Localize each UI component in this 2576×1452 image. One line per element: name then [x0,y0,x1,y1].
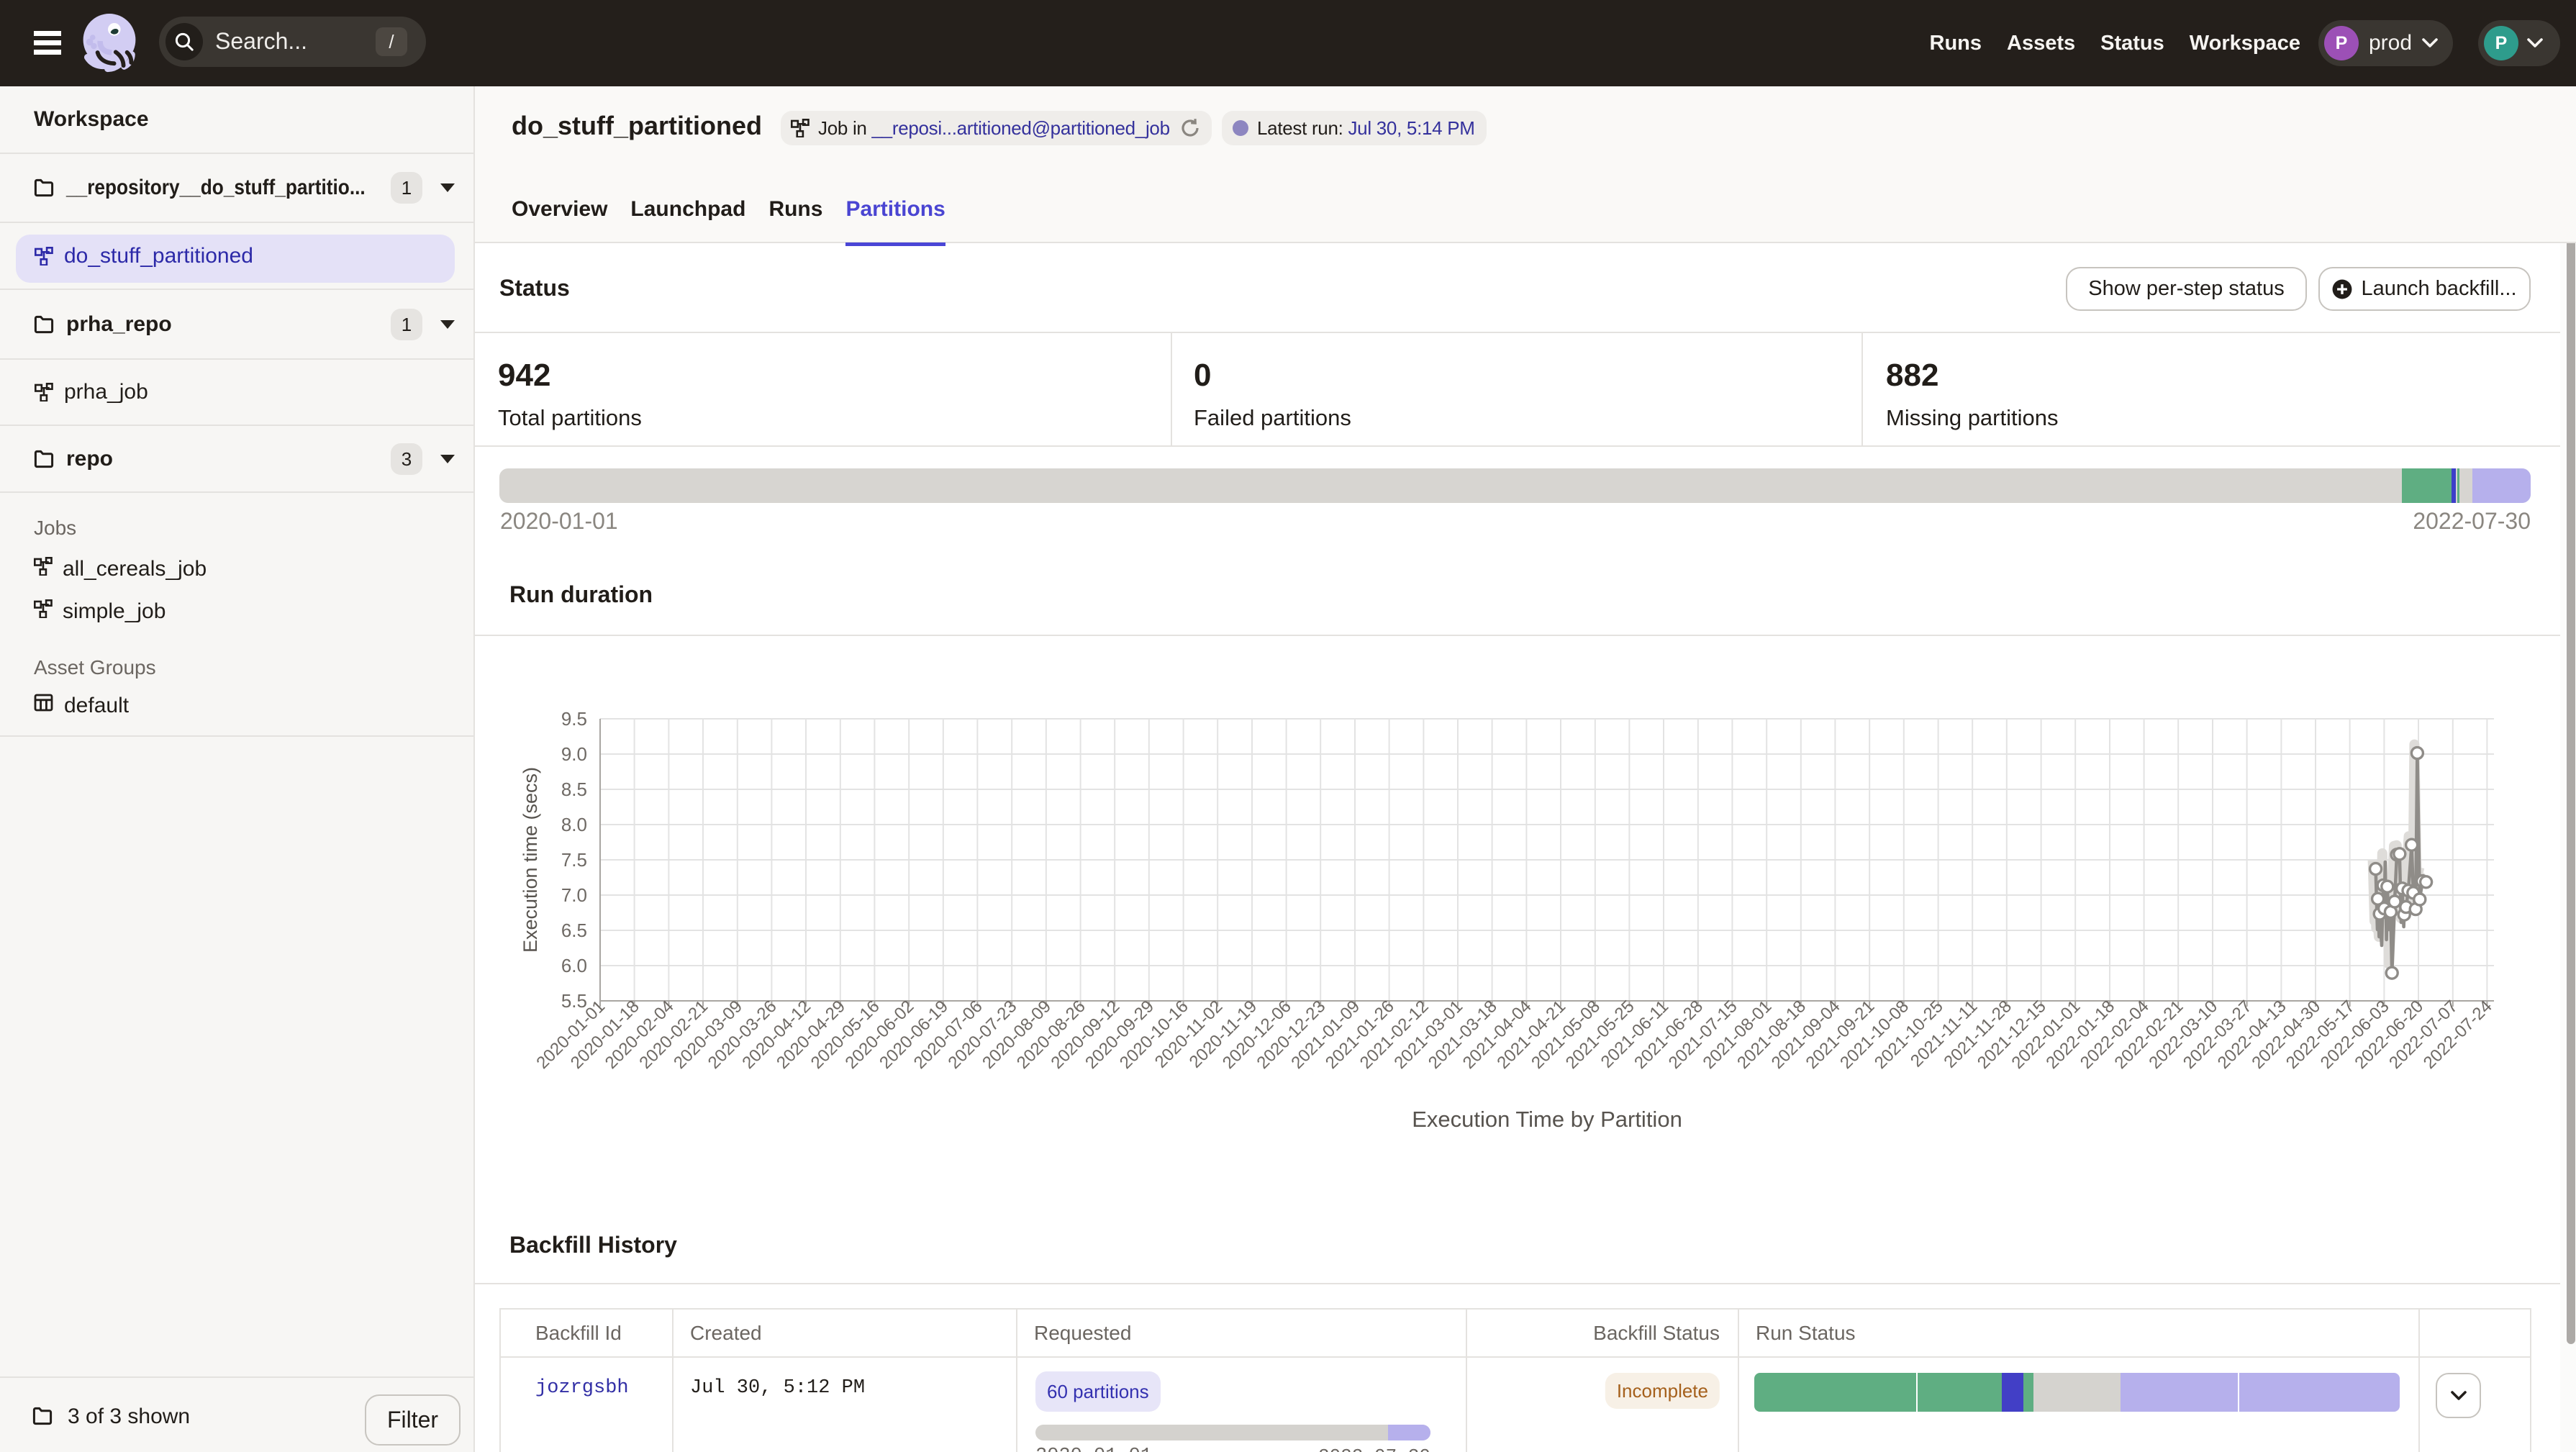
svg-text:8.5: 8.5 [561,779,587,800]
svg-text:Execution time (secs): Execution time (secs) [520,767,541,953]
svg-text:8.0: 8.0 [561,814,587,835]
svg-text:7.5: 7.5 [561,849,587,871]
svg-text:6.5: 6.5 [561,920,587,941]
svg-text:9.0: 9.0 [561,743,587,765]
svg-text:7.0: 7.0 [561,884,587,906]
svg-text:6.0: 6.0 [561,955,587,976]
svg-text:Execution Time by Partition: Execution Time by Partition [1412,1107,1682,1132]
svg-text:9.5: 9.5 [561,708,587,730]
